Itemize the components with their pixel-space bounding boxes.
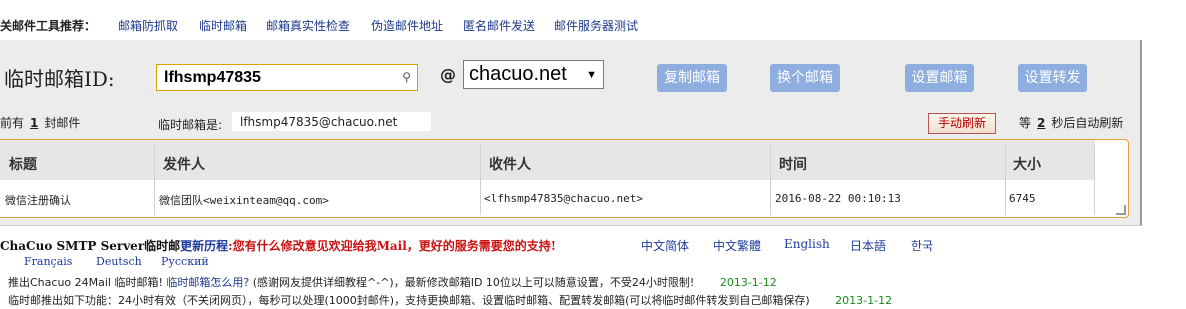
changelog-link[interactable]: 更新历程 bbox=[180, 239, 228, 253]
tools-nav-lead: 关邮件工具推荐： bbox=[0, 19, 97, 33]
feedback-text: :您有什么修改意见欢迎给我Mail，更好的服务需要您的支持! bbox=[228, 239, 557, 253]
nav-link-anonymous-send[interactable]: 匿名邮件发送 bbox=[463, 17, 535, 34]
lang-zh-tw[interactable]: 中文繁體 bbox=[713, 237, 761, 254]
nav-link-anti-harvest[interactable]: 邮箱防抓取 bbox=[118, 17, 178, 34]
count-prefix: 前有 bbox=[0, 116, 25, 130]
lang-de[interactable]: Deutsch bbox=[96, 255, 142, 268]
mail-count-text: 前有 1 封邮件 bbox=[0, 114, 80, 131]
set-forward-button[interactable]: 设置转发 bbox=[1018, 64, 1087, 92]
key-icon: ⚲ bbox=[402, 70, 411, 84]
news-text-2: (感谢网友提供详细教程^-^)，最新修改邮箱ID 10位以上可以随意设置，不受2… bbox=[252, 276, 695, 289]
header-size: 大小 bbox=[1013, 157, 1041, 173]
row-to: <lfhsmp47835@chacuo.net> bbox=[484, 192, 643, 205]
copy-mailbox-button[interactable]: 复制邮箱 bbox=[657, 64, 727, 92]
lang-zh-cn[interactable]: 中文简体 bbox=[641, 237, 689, 254]
news-item: 临时邮推出如下功能：24小时有效（不关闭网页），每秒可以处理(1000封邮件)，… bbox=[8, 292, 892, 308]
change-mailbox-button[interactable]: 换个邮箱 bbox=[770, 64, 840, 92]
nav-link-mail-verify[interactable]: 邮箱真实性检查 bbox=[266, 17, 350, 34]
set-mailbox-button[interactable]: 设置邮箱 bbox=[905, 64, 974, 92]
news-text: 临时邮推出如下功能：24小时有效（不关闭网页），每秒可以处理(1000封邮件)，… bbox=[8, 294, 810, 307]
news-text: 推出Chacuo 24Mail 临时邮箱! bbox=[8, 276, 163, 289]
row-size: 6745 bbox=[1009, 192, 1036, 205]
domain-select[interactable]: chacuo.net ▼ bbox=[463, 60, 604, 89]
row-subject[interactable]: 微信注册确认 bbox=[5, 192, 71, 208]
header-subject: 标题 bbox=[9, 157, 37, 173]
mail-count: 1 bbox=[30, 116, 39, 130]
dropdown-arrow-icon: ▼ bbox=[586, 69, 597, 81]
at-sign: @ bbox=[440, 65, 456, 84]
header-time: 时间 bbox=[779, 157, 807, 173]
server-name: ChaCuo SMTP Server临时邮 bbox=[0, 239, 181, 253]
wait-seconds: 2 bbox=[1037, 116, 1046, 130]
mailbox-id-input[interactable]: lfhsmp47835 ⚲ bbox=[156, 64, 418, 91]
mail-table: 标题 发件人 收件人 时间 大小 微信注册确认 微信团队<weixinteam@… bbox=[0, 139, 1129, 218]
address-display[interactable]: lfhsmp47835@chacuo.net bbox=[232, 112, 431, 131]
count-suffix: 封邮件 bbox=[44, 116, 81, 130]
header-from: 发件人 bbox=[163, 157, 205, 173]
news-date: 2013-1-12 bbox=[835, 294, 893, 307]
row-from: 微信团队<weixinteam@qq.com> bbox=[159, 194, 329, 207]
lang-fr[interactable]: Français bbox=[24, 255, 72, 268]
wait-prefix: 等 bbox=[1019, 116, 1032, 130]
wait-suffix: 秒后自动刷新 bbox=[1051, 116, 1124, 130]
howto-link[interactable]: 临时邮箱怎么用? bbox=[166, 276, 249, 289]
auto-refresh-text: 等 2 秒后自动刷新 bbox=[1019, 114, 1123, 131]
lang-ru[interactable]: Русский bbox=[161, 255, 209, 268]
manual-refresh-button[interactable]: 手动刷新 bbox=[928, 113, 996, 134]
row-time: 2016-08-22 00:10:13 bbox=[775, 192, 901, 205]
mailbox-id-label: 临时邮箱ID: bbox=[4, 67, 115, 91]
nav-link-server-test[interactable]: 邮件服务器测试 bbox=[554, 17, 638, 34]
address-label: 临时邮箱是: bbox=[158, 118, 223, 132]
mailbox-id-value: lfhsmp47835 bbox=[164, 69, 261, 86]
changelog-heading: ChaCuo SMTP Server临时邮更新历程:您有什么修改意见欢迎给我Ma… bbox=[0, 237, 556, 254]
news-date: 2013-1-12 bbox=[719, 276, 777, 289]
tools-nav: 关邮件工具推荐： 邮箱防抓取 临时邮箱 邮箱真实性检查 伪造邮件地址 匿名邮件发… bbox=[0, 0, 1186, 38]
table-row[interactable]: 微信注册确认 微信团队<weixinteam@qq.com> <lfhsmp47… bbox=[0, 182, 1095, 212]
nav-link-fake-address[interactable]: 伪造邮件地址 bbox=[371, 17, 443, 34]
lang-ko[interactable]: 한국 bbox=[911, 237, 933, 254]
news-item: 推出Chacuo 24Mail 临时邮箱! 临时邮箱怎么用? (感谢网友提供详细… bbox=[8, 274, 777, 290]
lang-ja[interactable]: 日本語 bbox=[850, 237, 886, 254]
domain-value: chacuo.net bbox=[469, 63, 567, 85]
nav-link-temp-mail[interactable]: 临时邮箱 bbox=[199, 17, 247, 34]
lang-en[interactable]: English bbox=[784, 237, 830, 251]
header-to: 收件人 bbox=[489, 157, 531, 173]
resize-grip-icon[interactable] bbox=[1116, 205, 1126, 215]
